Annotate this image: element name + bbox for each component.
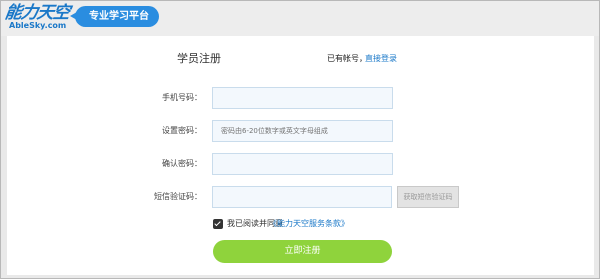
registration-panel: 学员注册 已有帐号， 直接登录 手机号码： 设置密码： 确认密码： 短信验证码：…	[7, 36, 594, 275]
phone-label: 手机号码：	[162, 93, 202, 102]
slogan-badge: 专业学习平台	[70, 6, 159, 27]
sms-code-input[interactable]	[212, 186, 392, 208]
header-bar: 能力天空 AbleSky.com 专业学习平台	[1, 1, 599, 36]
confirm-password-label: 确认密码：	[162, 159, 202, 168]
get-sms-code-button[interactable]: 获取短信验证码	[397, 186, 459, 208]
password-label: 设置密码：	[162, 126, 202, 135]
confirm-password-input[interactable]	[212, 153, 393, 175]
ablesky-logo[interactable]: 能力天空 AbleSky.com	[3, 3, 71, 33]
password-input[interactable]	[212, 120, 393, 142]
agree-checkbox[interactable]	[213, 219, 223, 229]
register-button[interactable]: 立即注册	[213, 240, 392, 263]
logo-sub-text: AbleSky.com	[9, 21, 67, 30]
have-account-text: 已有帐号，	[327, 54, 367, 63]
phone-input[interactable]	[212, 87, 393, 109]
logo-main-text: 能力天空	[3, 3, 71, 23]
sms-code-label: 短信验证码：	[154, 192, 202, 201]
page-title: 学员注册	[177, 52, 221, 65]
login-link[interactable]: 直接登录	[365, 53, 397, 65]
terms-link[interactable]: 《能力天空服务条款》	[269, 218, 349, 230]
